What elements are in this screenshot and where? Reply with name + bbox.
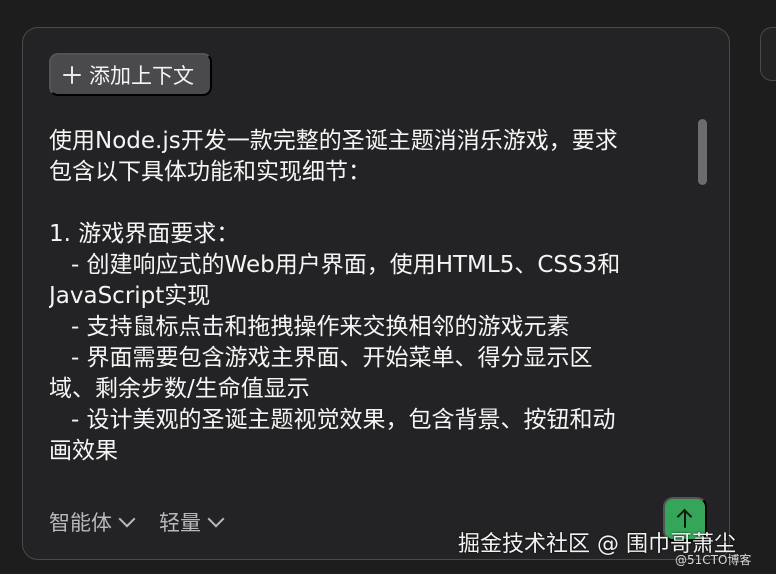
add-context-button[interactable]: 添加上下文 [49,53,212,96]
composer-controls: 智能体 轻量 [49,502,225,542]
agent-selector-label: 智能体 [49,511,112,535]
mode-selector[interactable]: 轻量 [159,507,225,537]
sub-watermark-text: @51CTO博客 [675,553,752,567]
prompt-text[interactable]: 使用Node.js开发一款完整的圣诞主题消消乐游戏，要求 包含以下具体功能和实现… [49,126,707,467]
prompt-input[interactable]: 使用Node.js开发一款完整的圣诞主题消消乐游戏，要求 包含以下具体功能和实现… [49,126,707,476]
prompt-scrollbar[interactable] [698,119,707,185]
add-context-label: 添加上下文 [89,64,194,88]
side-panel-edge [760,27,776,81]
plus-icon [63,65,81,84]
chat-input-panel: 添加上下文 使用Node.js开发一款完整的圣诞主题消消乐游戏，要求 包含以下具… [22,27,730,560]
mode-selector-label: 轻量 [159,511,201,535]
screenshot-stage: 添加上下文 使用Node.js开发一款完整的圣诞主题消消乐游戏，要求 包含以下具… [0,0,776,574]
chevron-down-icon [207,510,225,528]
chevron-down-icon [118,510,136,528]
agent-selector[interactable]: 智能体 [49,507,136,537]
